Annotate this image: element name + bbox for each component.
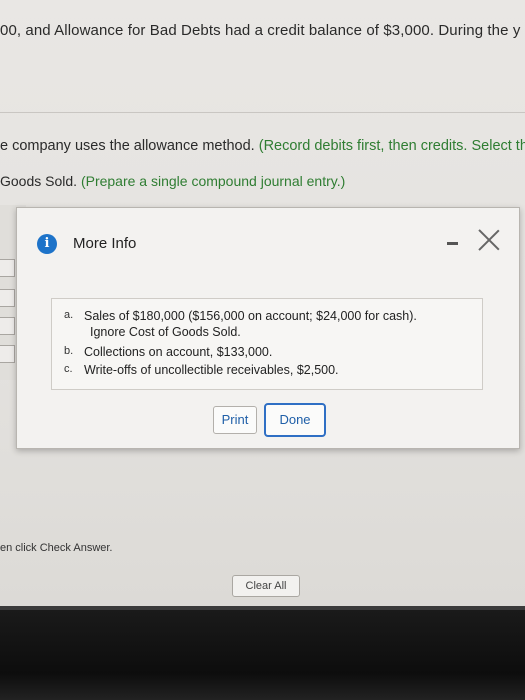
print-button[interactable]: Print bbox=[213, 406, 257, 434]
item-letter: b. bbox=[64, 345, 74, 357]
background-input-cell[interactable] bbox=[0, 289, 15, 307]
background-input-cell[interactable] bbox=[0, 317, 15, 335]
info-list: a. Sales of $180,000 ($156,000 on accoun… bbox=[51, 298, 483, 390]
footer-instruction: en click Check Answer. bbox=[0, 542, 113, 554]
instruction-line-2: Goods Sold. (Prepare a single compound j… bbox=[0, 173, 345, 189]
item-subtext: Ignore Cost of Goods Sold. bbox=[90, 325, 241, 339]
item-text: Collections on account, $133,000. bbox=[84, 345, 273, 359]
instruction-text: e company uses the allowance method. bbox=[0, 138, 259, 154]
instruction-line: e company uses the allowance method. (Re… bbox=[0, 138, 525, 154]
question-text-line-1: 00, and Allowance for Bad Debts had a cr… bbox=[0, 22, 520, 39]
instruction-text-2: Goods Sold. bbox=[0, 173, 81, 189]
close-icon[interactable] bbox=[477, 228, 501, 252]
item-text: Sales of $180,000 ($156,000 on account; … bbox=[84, 309, 417, 323]
background-input-cell[interactable] bbox=[0, 345, 15, 363]
minimize-icon[interactable] bbox=[447, 242, 458, 245]
instruction-hint-2: (Prepare a single compound journal entry… bbox=[80, 173, 346, 189]
divider bbox=[0, 112, 525, 113]
question-text: 00, and Allowance for Bad Debts had a cr… bbox=[0, 22, 521, 39]
item-text: Write-offs of uncollectible receivables,… bbox=[84, 363, 339, 377]
screen: 00, and Allowance for Bad Debts had a cr… bbox=[0, 0, 525, 610]
clear-all-button[interactable]: Clear All bbox=[232, 575, 300, 597]
info-icon: i bbox=[37, 234, 57, 254]
background-input-cell[interactable] bbox=[0, 259, 15, 277]
done-button[interactable]: Done bbox=[264, 403, 326, 437]
item-letter: c. bbox=[64, 363, 73, 375]
more-info-dialog: i More Info a. Sales of $180,000 ($156,0… bbox=[16, 207, 520, 449]
dialog-title: More Info bbox=[73, 235, 137, 252]
instruction-hint: (Record debits first, then credits. Sele… bbox=[258, 138, 525, 154]
item-letter: a. bbox=[64, 309, 74, 321]
monitor-bezel bbox=[0, 610, 525, 700]
